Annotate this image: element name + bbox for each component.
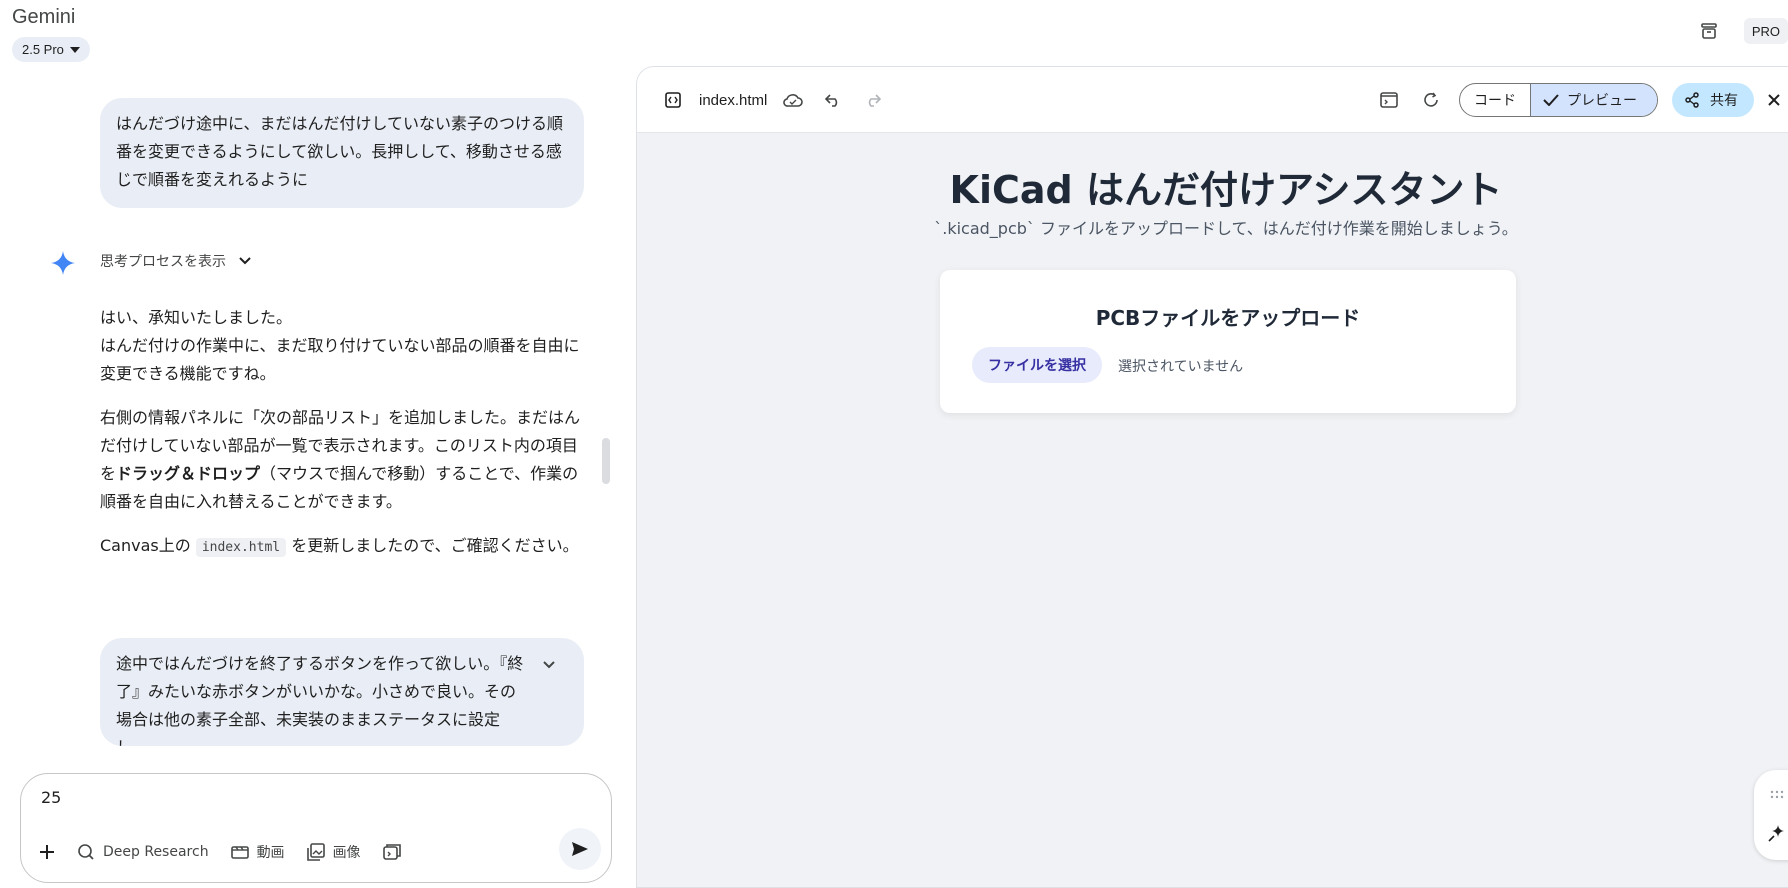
choose-file-button[interactable]: ファイルを選択	[972, 347, 1102, 383]
model-label: 2.5 Pro	[22, 42, 64, 57]
share-icon	[1685, 92, 1699, 108]
app-title: Gemini	[12, 6, 76, 28]
expand-chevron-icon[interactable]	[542, 660, 556, 670]
view-toggle: コード プレビュー	[1459, 83, 1658, 117]
video-icon	[230, 846, 249, 859]
chat-scrollbar[interactable]	[602, 438, 610, 484]
caret-down-icon	[69, 46, 80, 53]
top-right-actions: PRO	[1698, 18, 1788, 44]
deep-research-icon	[78, 844, 94, 860]
tab-preview-label: プレビュー	[1567, 93, 1637, 109]
response-paragraph: 右側の情報パネルに「次の部品リスト」を追加しました。まだはんだ付けしていない部品…	[100, 404, 584, 516]
undo-icon[interactable]	[819, 88, 847, 112]
console-icon[interactable]	[1375, 88, 1403, 112]
response-text: はんだ付けの作業中に、まだ取り付けていない部品の順番を自由に変更できる機能ですね…	[100, 336, 580, 383]
inline-code: index.html	[195, 538, 287, 557]
close-icon[interactable]	[1768, 88, 1788, 112]
user-message-text: 途中ではんだづけを終了するボタンを作って欲しい。『終了』みたいな赤ボタンがいいか…	[116, 654, 524, 746]
video-label: 動画	[256, 845, 285, 861]
tab-preview[interactable]: プレビュー	[1530, 84, 1657, 116]
add-button[interactable]	[39, 836, 55, 868]
send-icon	[572, 842, 588, 856]
image-icon	[306, 843, 325, 861]
video-button[interactable]: 動画	[230, 836, 285, 868]
cloud-sync-icon[interactable]	[779, 88, 807, 112]
deep-research-button[interactable]: Deep Research	[77, 836, 209, 868]
response-text: を更新しましたので、ご確認ください。	[291, 536, 579, 555]
input-toolbar: Deep Research 動画 画像	[39, 836, 401, 868]
upload-title: PCBファイルをアップロード	[1095, 306, 1361, 330]
check-icon	[1543, 94, 1559, 106]
response-text: Canvas上の	[100, 536, 191, 555]
file-group: index.html	[659, 88, 887, 112]
tab-code[interactable]: コード	[1460, 84, 1530, 116]
response-bold-text: ドラッグ＆ドロップ	[116, 464, 261, 483]
deep-research-label: Deep Research	[103, 844, 209, 860]
response-text: はい、承知いたしました。	[100, 308, 293, 327]
gemini-app: Gemini 2.5 Pro PRO はんだづけ途中に、まだはんだ付けしていない…	[0, 0, 1788, 888]
refresh-icon[interactable]	[1417, 88, 1445, 112]
plus-icon	[40, 845, 54, 859]
response-paragraph: はい、承知いたしました。 はんだ付けの作業中に、まだ取り付けていない部品の順番を…	[100, 304, 584, 388]
sparkle-edit-icon[interactable]	[1768, 824, 1786, 842]
user-message: はんだづけ途中に、まだはんだ付けしていない素子のつける順番を変更できるようにして…	[100, 98, 584, 208]
share-label: 共有	[1710, 93, 1738, 109]
floating-side-toolbar	[1754, 770, 1788, 860]
gemini-star-icon	[51, 251, 75, 275]
share-button[interactable]: 共有	[1672, 83, 1754, 117]
send-button[interactable]	[559, 828, 601, 870]
response-paragraph: Canvas上の index.html を更新しましたので、ご確認ください。	[100, 532, 584, 562]
canvas-actions: コード プレビュー 共有	[1375, 83, 1788, 117]
image-button[interactable]: 画像	[306, 836, 361, 868]
canvas-toolbar: index.html コード プレビュー 共有	[637, 67, 1788, 133]
prompt-input[interactable]: 25	[41, 788, 61, 807]
model-response: はい、承知いたしました。 はんだ付けの作業中に、まだ取り付けていない部品の順番を…	[100, 304, 584, 578]
thought-toggle-label: 思考プロセスを表示	[100, 254, 226, 270]
prompt-input-box[interactable]: 25 Deep Research 動画 画像	[20, 773, 612, 883]
chat-panel: はんだづけ途中に、まだはんだ付けしていない素子のつける順番を変更できるようにして…	[0, 70, 630, 888]
app-preview: KiCad はんだ付けアシスタント `.kicad_pcb` ファイルをアップロ…	[637, 133, 1788, 887]
image-label: 画像	[332, 845, 361, 861]
model-selector[interactable]: 2.5 Pro	[12, 37, 90, 62]
archive-icon[interactable]	[1698, 20, 1720, 42]
upload-card: PCBファイルをアップロード ファイルを選択 選択されていません	[940, 270, 1516, 413]
thought-process-toggle[interactable]: 思考プロセスを表示	[100, 251, 252, 271]
user-message: 途中ではんだづけを終了するボタンを作って欲しい。『終了』みたいな赤ボタンがいいか…	[100, 638, 584, 746]
canvas-button[interactable]	[382, 836, 401, 868]
redo-icon[interactable]	[859, 88, 887, 112]
preview-subtitle: `.kicad_pcb` ファイルをアップロードして、はんだ付け作業を開始しまし…	[934, 219, 1518, 238]
code-file-icon	[659, 88, 687, 112]
file-name: index.html	[699, 91, 768, 109]
chevron-down-icon	[239, 257, 251, 265]
pro-badge: PRO	[1743, 18, 1788, 44]
file-status: 選択されていません	[1118, 359, 1244, 375]
canvas-icon	[382, 844, 401, 860]
preview-title: KiCad はんだ付けアシスタント	[949, 168, 1503, 212]
canvas-panel: index.html コード プレビュー 共有 KiCad はんだ付けアシスタン…	[636, 66, 1788, 888]
drag-handle-icon[interactable]	[1770, 790, 1784, 800]
